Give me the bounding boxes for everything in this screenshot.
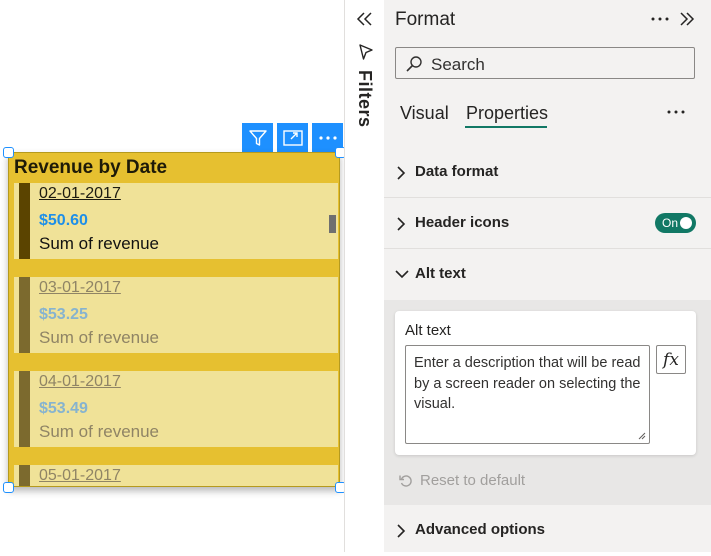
section-data-format[interactable]: Data format [384, 148, 711, 198]
chevron-right-icon [397, 217, 406, 231]
row-label: Sum of revenue [39, 422, 160, 441]
tabs-more-button[interactable] [664, 104, 688, 120]
section-title: Advanced options [415, 521, 546, 538]
filters-pane-collapsed[interactable]: Filters [344, 0, 385, 552]
visual-filter-button[interactable] [242, 123, 273, 152]
card-row[interactable]: 02-01-2017 $50.60 Sum of revenue [14, 183, 338, 259]
row-date: 03-01-2017 [39, 279, 121, 296]
search-icon [406, 56, 422, 72]
row-value: $50.60 [39, 212, 88, 229]
conditional-formatting-fx-button[interactable]: fx [656, 345, 686, 374]
filters-label[interactable]: Filters [354, 70, 375, 128]
card-row[interactable]: 04-01-2017 $53.49 Sum of revenue [14, 371, 338, 447]
section-title: Header icons [415, 214, 510, 231]
resize-handle-bottom-left[interactable] [3, 482, 14, 493]
section-alt-text[interactable]: Alt text [384, 250, 711, 300]
chevron-down-icon [395, 270, 409, 279]
pane-more-button[interactable] [648, 10, 672, 28]
collapse-pane-button[interactable] [676, 8, 698, 30]
double-chevron-right-icon [680, 12, 695, 26]
filters-funnel [355, 42, 375, 62]
more-options-icon [318, 135, 337, 140]
alt-text-input[interactable]: Enter a description that will be read by… [405, 345, 650, 444]
expand-filters-button[interactable] [353, 8, 377, 30]
row-value: $53.49 [39, 400, 88, 417]
tab-properties[interactable]: Properties [466, 103, 548, 124]
selected-tab-indicator [465, 126, 547, 128]
alt-text-value: Enter a description that will be read by… [414, 355, 641, 412]
double-chevron-left-icon [356, 12, 372, 26]
focus-mode-icon [282, 129, 303, 146]
resize-grip-icon[interactable] [637, 431, 646, 440]
pane-title: Format [395, 9, 456, 30]
card-row[interactable]: 05-01-2017 [14, 465, 338, 486]
card-row[interactable]: 03-01-2017 $53.25 Sum of revenue [14, 277, 338, 353]
alt-text-caption: Alt text [405, 322, 451, 339]
more-options-icon [651, 17, 669, 21]
row-accent-bar [19, 277, 30, 353]
scrollbar-thumb[interactable] [329, 215, 336, 233]
row-label: Sum of revenue [39, 328, 160, 347]
tab-visual[interactable]: Visual [400, 103, 449, 124]
row-accent-bar [19, 183, 30, 259]
more-options-icon [667, 110, 685, 114]
chevron-right-icon [397, 166, 406, 180]
section-advanced-options[interactable]: Advanced options [384, 506, 711, 556]
visual-focus-mode-button[interactable] [277, 123, 308, 152]
toggle-label: On [662, 216, 679, 230]
toggle-knob [680, 217, 692, 229]
row-label: Sum of revenue [39, 234, 160, 253]
resize-handle-top-left[interactable] [3, 147, 14, 158]
row-date: 05-01-2017 [39, 467, 121, 484]
row-value: $53.25 [39, 306, 88, 323]
section-title: Data format [415, 163, 499, 180]
search-placeholder: Search [431, 55, 485, 74]
funnel-outline-icon [359, 44, 373, 60]
search-input[interactable]: Search [395, 47, 695, 79]
row-accent-bar [19, 371, 30, 447]
row-date: 04-01-2017 [39, 373, 121, 390]
filter-icon [248, 129, 267, 146]
reset-to-default-button[interactable]: Reset to default [398, 472, 525, 489]
visual-title: Revenue by Date [14, 157, 168, 178]
alt-text-section-body: Alt text Enter a description that will b… [384, 300, 711, 505]
reset-label: Reset to default [420, 472, 526, 489]
section-header-icons[interactable]: Header icons On [384, 199, 711, 249]
format-pane: Format Search Visual Properties Data for… [384, 0, 711, 552]
chevron-right-icon [397, 524, 406, 538]
section-title: Alt text [415, 265, 466, 282]
alt-text-card: Alt text Enter a description that will b… [395, 311, 696, 455]
row-accent-bar [19, 465, 30, 486]
row-date: 02-01-2017 [39, 185, 121, 202]
reset-icon [399, 474, 412, 487]
card-visual[interactable]: Revenue by Date 02-01-2017 $50.60 Sum of… [8, 152, 340, 487]
report-canvas: Revenue by Date 02-01-2017 $50.60 Sum of… [0, 0, 346, 552]
header-icons-toggle[interactable]: On [655, 213, 696, 233]
